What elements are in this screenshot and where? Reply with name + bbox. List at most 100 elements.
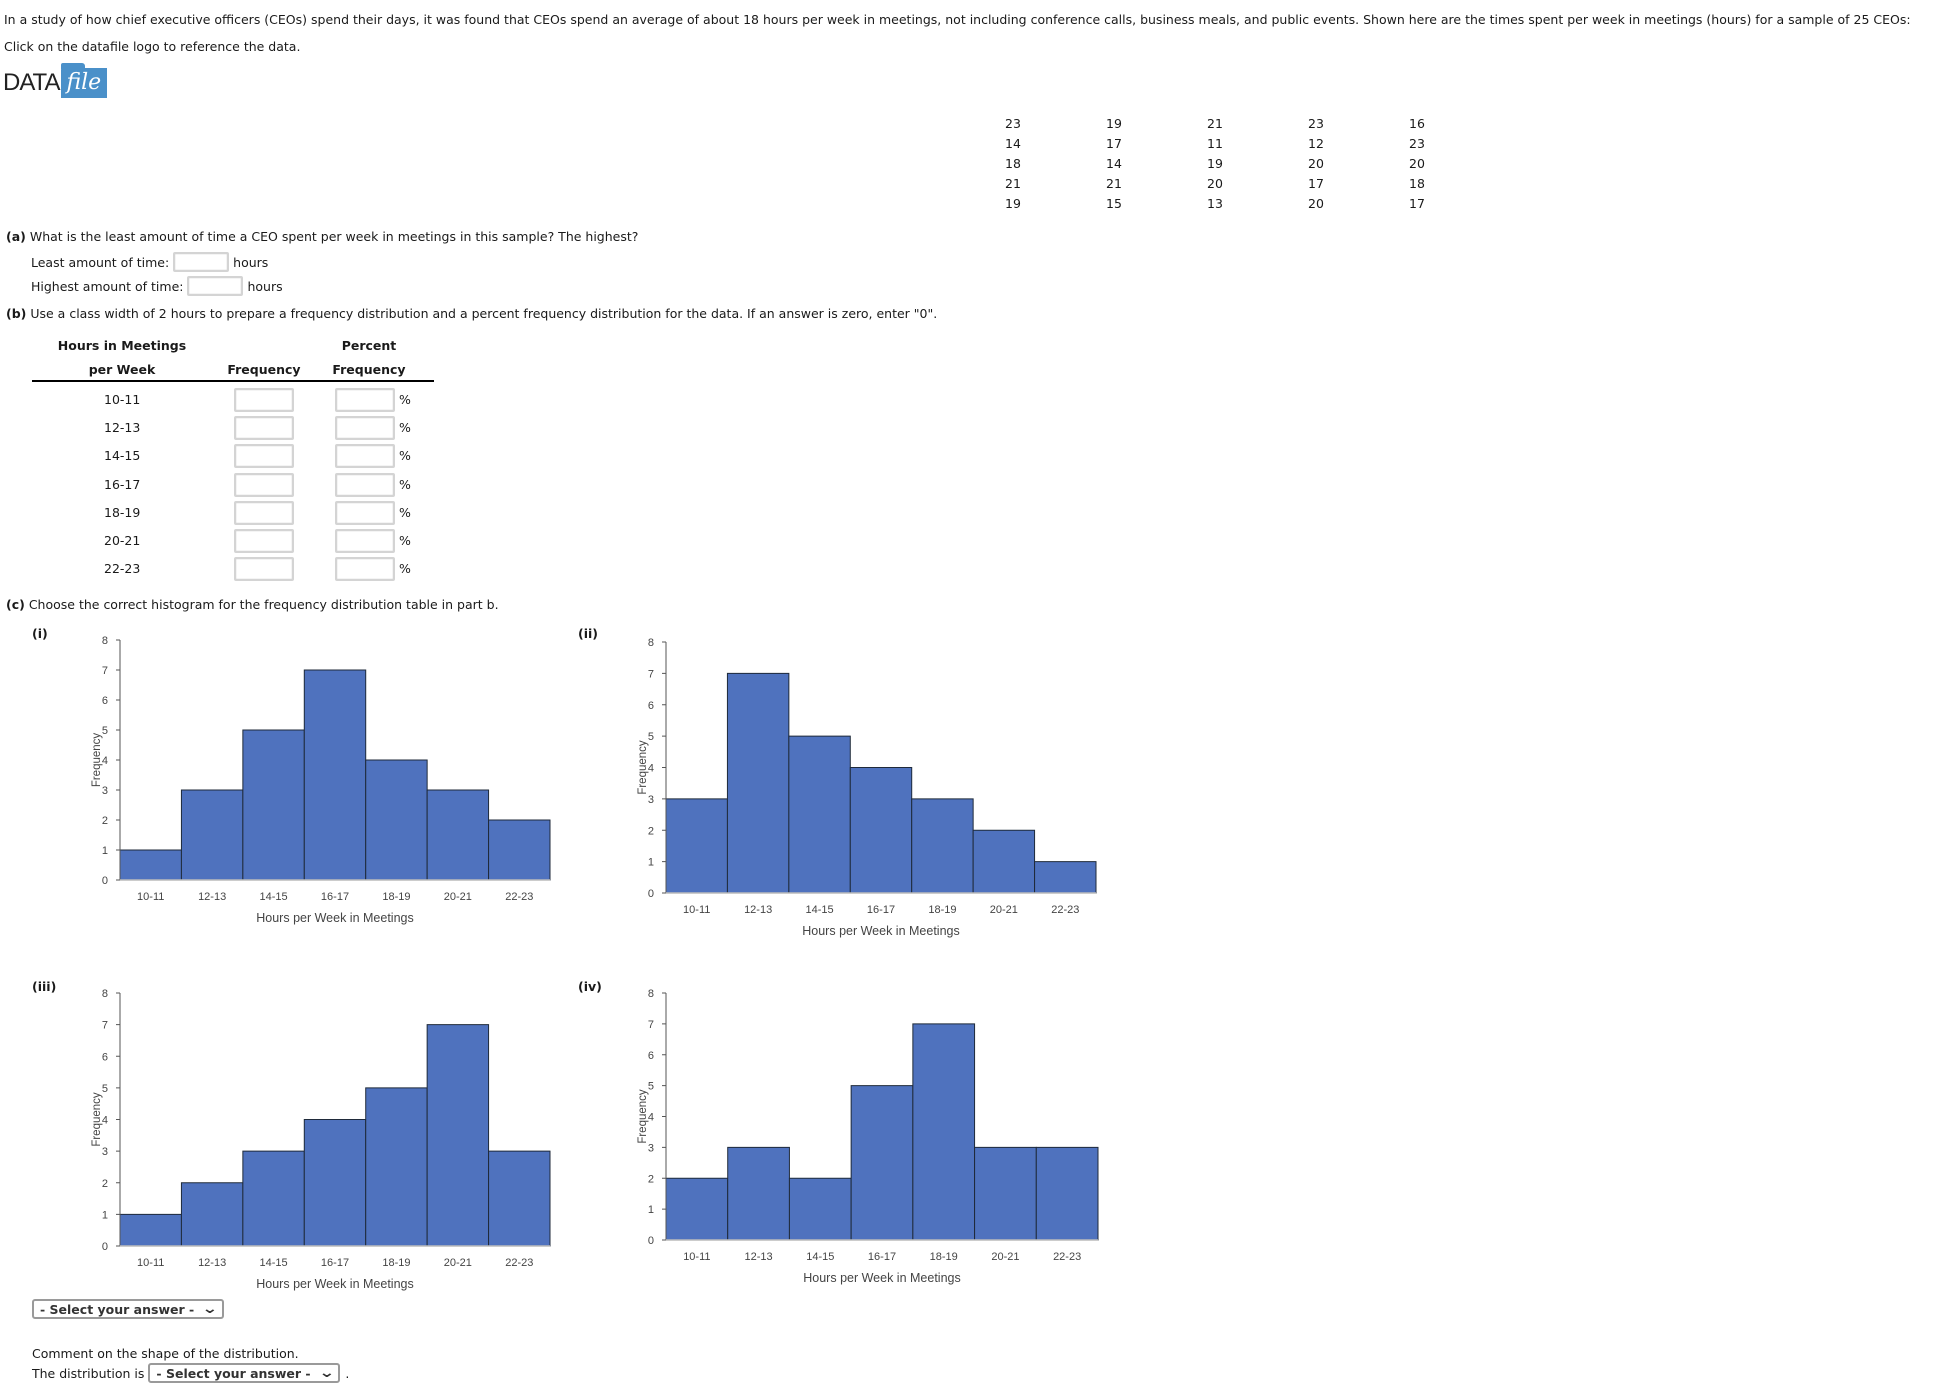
- datafile-note: Click on the datafile logo to reference …: [4, 39, 301, 54]
- percent-frequency-input[interactable]: [335, 500, 395, 525]
- percent-sign: %: [399, 561, 411, 577]
- datafile-logo-data-text: DATA: [3, 69, 60, 96]
- frequency-table-row: 16-17%: [32, 471, 434, 499]
- sample-data-cell: 20: [1207, 175, 1223, 191]
- y-tick-label: 0: [102, 875, 108, 887]
- sample-data-cell: 17: [1106, 135, 1122, 151]
- y-tick-label: 7: [102, 1020, 108, 1032]
- x-tick-label: 14-15: [806, 1251, 834, 1263]
- least-time-label: Least amount of time:: [31, 254, 170, 270]
- intro-text: In a study of how chief executive office…: [4, 12, 1911, 27]
- x-tick-label: 16-17: [867, 904, 895, 916]
- percent-frequency-input[interactable]: [335, 557, 395, 582]
- y-tick-label: 8: [102, 988, 108, 1000]
- class-label: 12-13: [104, 420, 141, 436]
- frequency-input[interactable]: [234, 529, 294, 553]
- x-tick-label: 20-21: [991, 1251, 1019, 1263]
- percent-sign: %: [399, 420, 411, 436]
- x-tick-label: 18-19: [382, 1257, 410, 1269]
- histogram-bar: [727, 1146, 790, 1241]
- highest-time-input[interactable]: [187, 276, 244, 296]
- y-tick-label: 2: [648, 1173, 654, 1185]
- histogram-select[interactable]: - Select your answer - ⌄: [32, 1299, 224, 1319]
- histogram-label-i: (i): [32, 626, 48, 641]
- y-tick-label: 7: [102, 665, 108, 677]
- percent-sign: %: [399, 533, 411, 548]
- datafile-logo-icon: file: [61, 63, 108, 98]
- y-tick-label: 0: [648, 1235, 654, 1247]
- y-axis-title: Frequency: [91, 733, 103, 788]
- least-time-input[interactable]: [173, 252, 230, 272]
- frequency-input[interactable]: [234, 472, 294, 497]
- histogram-bar: [119, 849, 182, 881]
- y-tick-label: 1: [648, 1204, 654, 1216]
- y-tick-label: 3: [102, 1146, 108, 1158]
- histogram-bar: [242, 1150, 305, 1247]
- y-tick-label: 7: [648, 668, 654, 680]
- sample-data-cell: 19: [1005, 195, 1021, 211]
- frequency-input[interactable]: [234, 444, 294, 469]
- x-tick-label: 20-21: [444, 891, 472, 903]
- least-time-unit: hours: [233, 254, 269, 270]
- frequency-input[interactable]: [234, 500, 294, 525]
- sample-data-cell: 18: [1005, 155, 1021, 171]
- histogram-bar: [788, 1177, 852, 1241]
- y-tick-label: 0: [102, 1241, 108, 1253]
- sample-data-cell: 17: [1308, 175, 1324, 191]
- histogram-bar: [1035, 1146, 1099, 1241]
- sample-data-cell: 20: [1308, 155, 1324, 171]
- percent-frequency-input[interactable]: [335, 529, 395, 553]
- histogram-i: 01234567810-11 12-13 14-15 16-17 18-19 20-21 2…: [91, 635, 551, 925]
- class-label: 14-15: [104, 448, 141, 464]
- y-tick-label: 1: [102, 1209, 108, 1221]
- histogram-bar: [303, 1119, 367, 1247]
- frequency-input[interactable]: [234, 416, 294, 441]
- frequency-input[interactable]: [234, 388, 294, 412]
- x-tick-label: 12-13: [198, 891, 226, 903]
- sample-data-cell: 13: [1207, 195, 1223, 211]
- x-tick-label: 18-19: [382, 891, 410, 903]
- sample-data-cell: 23: [1308, 115, 1324, 131]
- y-tick-label: 6: [102, 1051, 108, 1063]
- sample-data-cell: 21: [1005, 175, 1021, 191]
- sample-data-cell: 23: [1409, 135, 1425, 151]
- percent-sign: %: [399, 392, 411, 407]
- y-axis-title: Frequency: [637, 740, 649, 795]
- percent-frequency-input[interactable]: [335, 444, 395, 469]
- class-label: 16-17: [104, 476, 141, 492]
- shape-select[interactable]: - Select your answer - ⌄: [148, 1363, 341, 1383]
- histogram-bar: [912, 1023, 976, 1241]
- histogram-bar: [726, 672, 790, 894]
- x-tick-label: 16-17: [868, 1251, 896, 1263]
- histogram-bar: [665, 798, 728, 894]
- percent-sign: %: [399, 448, 411, 464]
- y-tick-label: 8: [102, 635, 108, 647]
- percent-frequency-input[interactable]: [335, 472, 395, 497]
- y-tick-label: 6: [648, 1050, 654, 1062]
- highest-time-row: Highest amount of time: hours: [31, 276, 283, 296]
- header-divider: [32, 380, 434, 382]
- sample-data-cell: 16: [1409, 115, 1425, 131]
- sample-data-table: 23 19 21 23 16 14 17 11 12 23 18 14 19 20 20 21 21 20 17 18…: [985, 113, 1490, 213]
- percent-frequency-input[interactable]: [335, 388, 395, 412]
- y-tick-label: 8: [648, 637, 654, 649]
- header-hours-line2: per Week: [88, 362, 156, 377]
- sample-data-cell: 12: [1308, 135, 1324, 151]
- x-axis-title: Hours per Week in Meetings: [802, 924, 959, 938]
- histogram-iv: 01234567810-11 12-13 14-15 16-17 18-19 20-21 2…: [637, 988, 1099, 1285]
- y-tick-label: 0: [648, 888, 654, 900]
- x-tick-label: 10-11: [137, 891, 164, 903]
- x-tick-label: 20-21: [990, 904, 1018, 916]
- x-tick-label: 10-11: [683, 1251, 710, 1263]
- frequency-input[interactable]: [234, 557, 294, 582]
- datafile-logo[interactable]: DATA file: [3, 63, 108, 100]
- y-tick-label: 7: [648, 1019, 654, 1031]
- histogram-bar: [849, 767, 913, 894]
- shape-suffix: .: [345, 1365, 350, 1381]
- percent-frequency-input[interactable]: [335, 416, 395, 441]
- class-label: 18-19: [104, 504, 141, 520]
- histogram-bar: [911, 798, 974, 894]
- sample-data-cell: 20: [1409, 155, 1425, 171]
- histogram-bar: [665, 1177, 729, 1241]
- frequency-table-row: 22-23%: [32, 555, 434, 583]
